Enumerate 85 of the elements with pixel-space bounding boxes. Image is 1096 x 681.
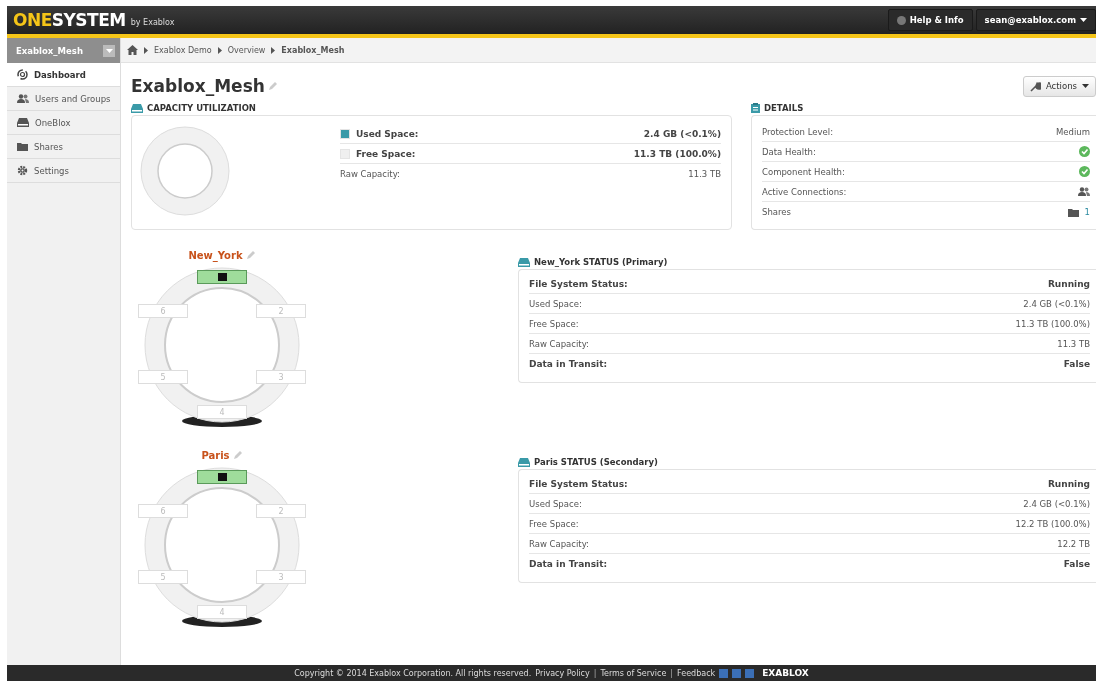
row-label: Free Space:	[529, 318, 579, 329]
row-value: False	[1063, 359, 1090, 369]
section-heading: DETAILS	[764, 103, 804, 113]
row-value: 12.2 TB (100.0%)	[1015, 518, 1090, 529]
node-name: Paris	[201, 449, 230, 461]
row-value: Running	[1047, 478, 1090, 489]
page-title: Exablox_Mesh	[131, 76, 278, 96]
row-value: 11.3 TB	[1057, 338, 1090, 349]
shares-link[interactable]: 1	[1084, 207, 1090, 217]
row-value: 11.3 TB (100.0%)	[1015, 318, 1090, 329]
drive-slot[interactable]	[197, 270, 247, 284]
pencil-icon[interactable]	[232, 450, 243, 460]
chevron-icon	[144, 46, 148, 54]
users-icon	[1078, 187, 1090, 196]
row-value: 2.4 GB (<0.1%)	[1023, 298, 1090, 309]
chevron-icon	[217, 46, 222, 54]
drive-icon	[217, 273, 227, 281]
row-value: 2.4 GB (<0.1%)	[643, 128, 721, 139]
row-label: Component Health:	[762, 166, 845, 177]
pencil-icon[interactable]	[245, 250, 256, 260]
check-icon	[1079, 146, 1090, 157]
breadcrumb-link[interactable]: Exablox_Mesh	[281, 45, 345, 55]
row-label: Data Health:	[762, 146, 816, 157]
clipboard-icon	[751, 103, 760, 113]
drive-slot[interactable]	[197, 470, 247, 484]
row-value: 12.2 TB	[1057, 538, 1090, 549]
drive-icon	[518, 457, 530, 467]
separator: |	[593, 668, 597, 678]
dashboard-icon	[17, 69, 28, 80]
row-label: File System Status:	[529, 478, 628, 489]
separator: |	[670, 668, 674, 678]
row-value: 2.4 GB (<0.1%)	[1023, 498, 1090, 509]
gear-icon	[17, 165, 28, 176]
row-label: File System Status:	[529, 278, 628, 289]
breadcrumb-link[interactable]: Overview	[227, 45, 266, 55]
row-label: Protection Level:	[762, 126, 833, 137]
row-label: Raw Capacity:	[340, 169, 400, 179]
caret-icon	[1080, 18, 1087, 22]
row-label: Used Space:	[356, 128, 419, 139]
row-value: 11.3 TB (100.0%)	[633, 148, 721, 159]
drive-icon	[518, 257, 530, 267]
sidebar-item[interactable]: Dashboard	[7, 63, 120, 87]
caret-icon	[1082, 84, 1089, 88]
pencil-icon[interactable]	[267, 81, 278, 91]
row-label: Shares	[762, 207, 791, 217]
section-heading: CAPACITY UTILIZATION	[147, 103, 256, 113]
logo[interactable]: ONESYSTEM	[13, 10, 126, 30]
row-label: Raw Capacity:	[529, 338, 589, 349]
row-label: Raw Capacity:	[529, 538, 589, 549]
breadcrumb-link[interactable]: Exablox Demo	[154, 45, 212, 55]
row-value: 11.3 TB	[688, 169, 721, 179]
row-label: Used Space:	[529, 498, 582, 509]
row-label: Data in Transit:	[529, 359, 608, 369]
footer-link[interactable]: Terms of Service	[600, 668, 667, 678]
row-label: Data in Transit:	[529, 559, 608, 569]
wrench-icon	[1029, 80, 1041, 92]
node-name: New_York	[188, 249, 243, 261]
section-heading: Paris STATUS (Secondary)	[534, 457, 658, 467]
chevron-icon	[271, 46, 276, 54]
users-icon	[17, 94, 29, 103]
row-value: Running	[1047, 278, 1090, 289]
home-icon[interactable]	[127, 45, 138, 55]
row-label: Used Space:	[529, 298, 582, 309]
row-label: Free Space:	[356, 148, 416, 159]
user-menu-button[interactable]: sean@exablox.com	[975, 9, 1096, 31]
drive-icon	[17, 118, 29, 127]
row-label: Active Connections:	[762, 186, 847, 197]
row-value: Medium	[1056, 126, 1090, 137]
dropdown-toggle[interactable]	[103, 44, 115, 57]
caret-icon	[105, 48, 113, 53]
footer-link[interactable]: Feedback	[677, 668, 716, 678]
footer-link[interactable]: Privacy Policy	[535, 668, 590, 678]
folder-icon	[17, 142, 28, 151]
copyright-text: Copyright © 2014 Exablox Corporation. All rights reserved.	[294, 668, 532, 678]
folder-icon	[1067, 207, 1079, 217]
logo-byline: by Exablox	[130, 18, 175, 27]
drive-icon	[217, 473, 227, 481]
actions-button[interactable]: Actions	[1022, 75, 1096, 97]
help-button[interactable]: Help & Info	[887, 9, 973, 31]
footer-logo: EXABLOX	[762, 668, 809, 678]
check-icon	[1079, 166, 1090, 177]
row-value: False	[1063, 559, 1090, 569]
section-heading: New_York STATUS (Primary)	[534, 257, 668, 267]
row-label: Free Space:	[529, 518, 579, 529]
drive-icon	[131, 103, 143, 113]
